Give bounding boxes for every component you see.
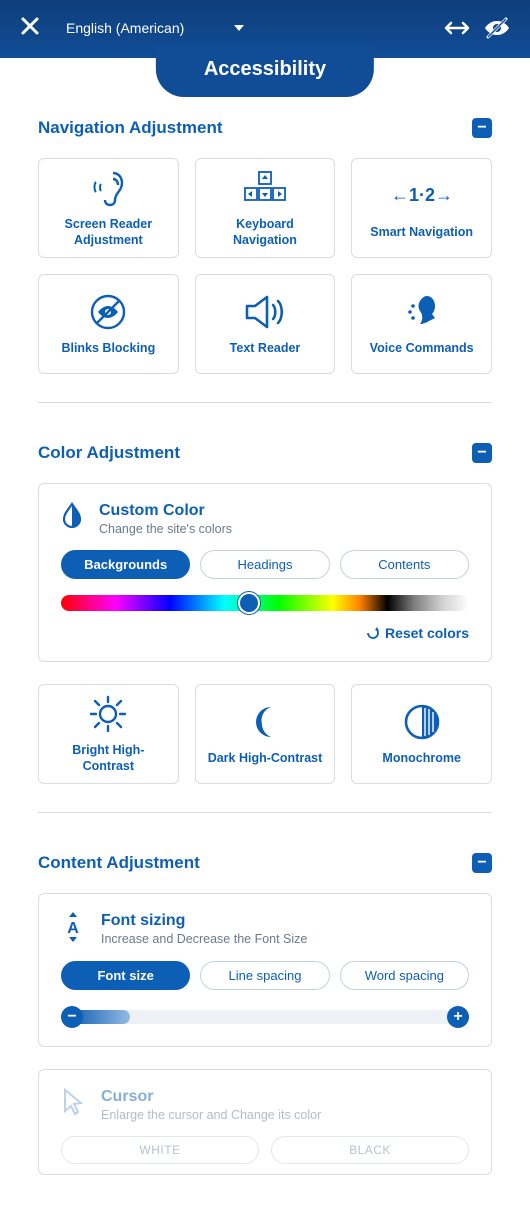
cursor-icon: [61, 1088, 85, 1121]
visibility-off-icon[interactable]: [484, 17, 510, 39]
tab-headings[interactable]: Headings: [200, 550, 329, 579]
close-icon[interactable]: [20, 12, 40, 43]
panel-subtitle: Increase and Decrease the Font Size: [101, 932, 307, 946]
section-color: Color Adjustment − Custom Color Change t…: [38, 443, 492, 813]
card-blinks-blocking[interactable]: Blinks Blocking: [38, 274, 179, 374]
card-label: Screen Reader Adjustment: [47, 216, 170, 249]
card-label: Keyboard Navigation: [204, 216, 327, 249]
section-navigation: Navigation Adjustment − Screen Reader Ad…: [38, 118, 492, 403]
tab-word-spacing[interactable]: Word spacing: [340, 961, 469, 990]
collapse-button[interactable]: −: [472, 853, 492, 873]
slider-track[interactable]: [72, 1010, 458, 1024]
panel-subtitle: Enlarge the cursor and Change its color: [101, 1108, 321, 1122]
card-voice-commands[interactable]: Voice Commands: [351, 274, 492, 374]
tab-font-size[interactable]: Font size: [61, 961, 190, 990]
section-title: Color Adjustment: [38, 443, 180, 463]
card-label: Monochrome: [382, 750, 460, 766]
speaker-icon: [243, 292, 287, 332]
card-label: Blinks Blocking: [61, 340, 155, 356]
custom-color-panel: Custom Color Change the site's colors Ba…: [38, 483, 492, 662]
cursor-panel: Cursor Enlarge the cursor and Change its…: [38, 1069, 492, 1175]
tab-backgrounds[interactable]: Backgrounds: [61, 550, 190, 579]
page-title: Accessibility: [156, 44, 374, 97]
section-title: Content Adjustment: [38, 853, 200, 873]
section-title: Navigation Adjustment: [38, 118, 223, 138]
panel-title: Custom Color: [99, 502, 232, 520]
smart-nav-icon: ←1·2→: [387, 176, 457, 216]
panel-title: Font sizing: [101, 912, 307, 930]
slider-thumb[interactable]: [238, 592, 260, 614]
card-text-reader[interactable]: Text Reader: [195, 274, 336, 374]
contrast-circle-icon: [403, 702, 441, 742]
language-select[interactable]: English (American): [54, 15, 254, 41]
card-smart-nav[interactable]: ←1·2→ Smart Navigation: [351, 158, 492, 258]
card-label: Voice Commands: [370, 340, 474, 356]
font-size-icon: A: [61, 912, 85, 947]
card-label: Smart Navigation: [370, 224, 473, 240]
font-sizing-panel: A Font sizing Increase and Decrease the …: [38, 893, 492, 1047]
collapse-button[interactable]: −: [472, 118, 492, 138]
moon-icon: [247, 702, 283, 742]
card-label: Dark High-Contrast: [208, 750, 323, 766]
voice-icon: [401, 292, 443, 332]
card-monochrome[interactable]: Monochrome: [351, 684, 492, 784]
card-label: Text Reader: [230, 340, 301, 356]
svg-text:A: A: [67, 920, 79, 937]
cursor-white-button[interactable]: WHITE: [61, 1136, 259, 1164]
header: English (American) Accessibility: [0, 0, 530, 58]
panel-title: Cursor: [101, 1088, 321, 1106]
decrease-button[interactable]: −: [61, 1006, 83, 1028]
card-bright-contrast[interactable]: Bright High-Contrast: [38, 684, 179, 784]
sun-icon: [87, 694, 129, 734]
eye-blocked-icon: [87, 292, 129, 332]
section-content: Content Adjustment − A Font sizing Incre…: [38, 853, 492, 1203]
keyboard-arrows-icon: [243, 168, 287, 208]
tab-contents[interactable]: Contents: [340, 550, 469, 579]
color-spectrum-slider[interactable]: [61, 595, 469, 611]
card-dark-contrast[interactable]: Dark High-Contrast: [195, 684, 336, 784]
droplet-icon: [61, 502, 83, 533]
reset-colors-link[interactable]: Reset colors: [365, 625, 469, 641]
cursor-black-button[interactable]: BLACK: [271, 1136, 469, 1164]
move-icon[interactable]: [444, 17, 470, 39]
card-keyboard-nav[interactable]: Keyboard Navigation: [195, 158, 336, 258]
collapse-button[interactable]: −: [472, 443, 492, 463]
font-size-slider[interactable]: − +: [61, 1006, 469, 1028]
increase-button[interactable]: +: [447, 1006, 469, 1028]
card-label: Bright High-Contrast: [47, 742, 170, 775]
card-screen-reader[interactable]: Screen Reader Adjustment: [38, 158, 179, 258]
ear-icon: [89, 168, 127, 208]
panel-subtitle: Change the site's colors: [99, 522, 232, 536]
tab-line-spacing[interactable]: Line spacing: [200, 961, 329, 990]
svg-text:←1·2→: ←1·2→: [391, 185, 453, 205]
